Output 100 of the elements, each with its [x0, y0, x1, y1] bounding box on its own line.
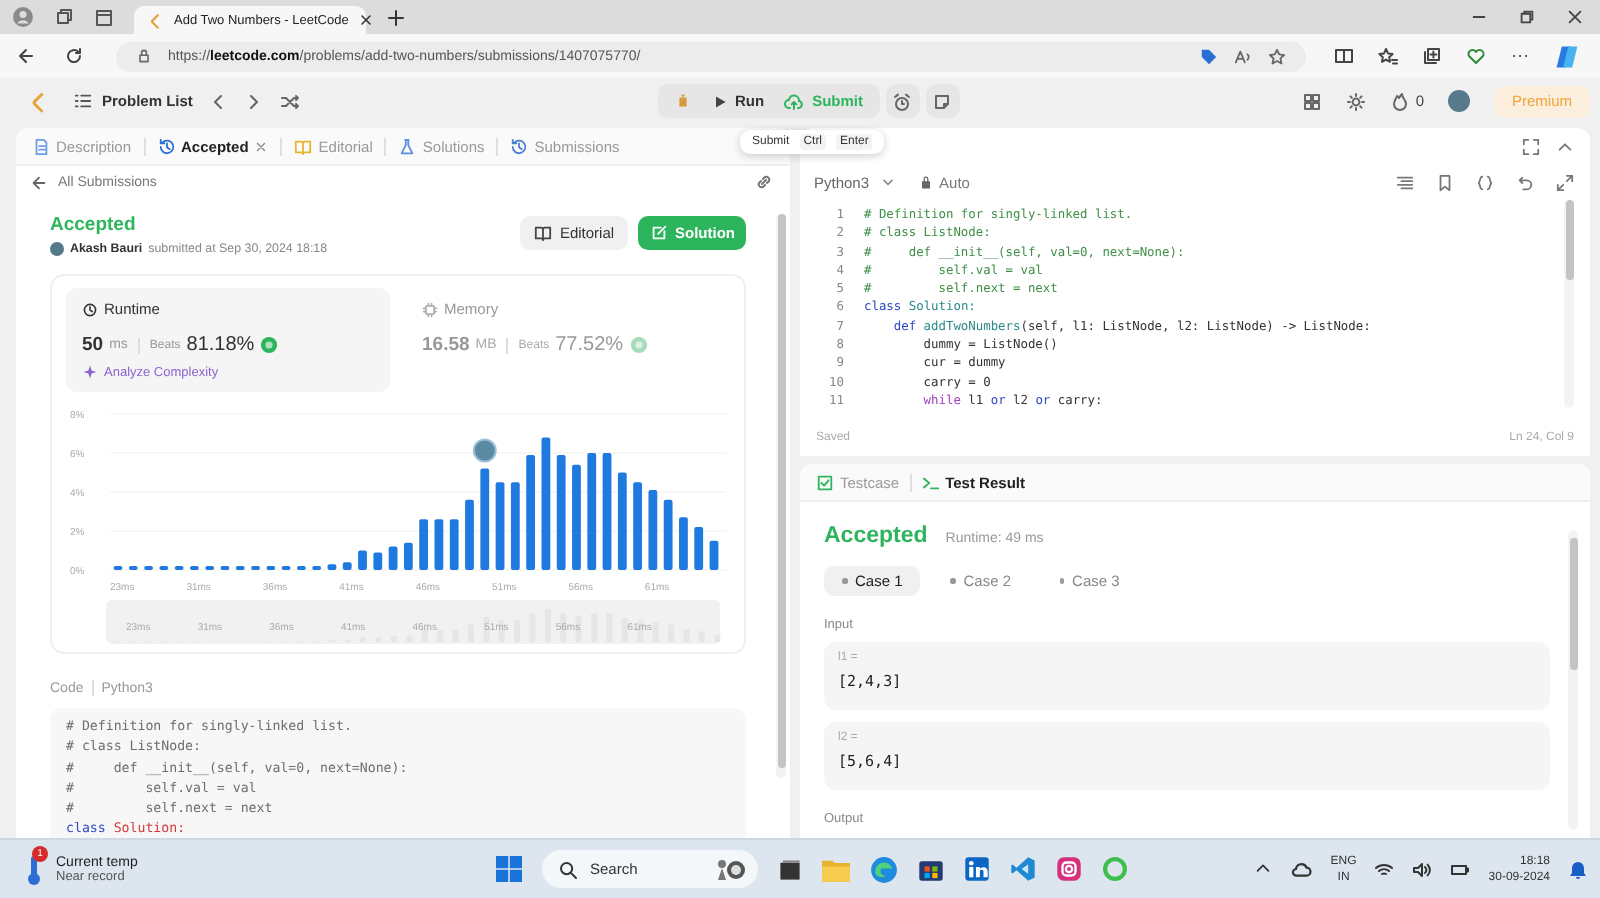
chip-icon — [422, 301, 438, 317]
clock-icon — [82, 301, 98, 317]
histogram-bar[interactable] — [541, 437, 551, 570]
document-icon — [32, 137, 50, 155]
edit-icon — [649, 224, 667, 242]
grid-icon[interactable] — [1301, 91, 1322, 111]
histogram-bar[interactable] — [495, 482, 505, 570]
back-icon[interactable] — [16, 46, 36, 66]
expand-icon[interactable] — [1556, 173, 1574, 191]
badge-icon — [629, 336, 648, 354]
restore-icon[interactable] — [1518, 8, 1536, 26]
badge-icon — [260, 336, 279, 354]
histogram-bar[interactable] — [358, 550, 367, 570]
volume-icon[interactable] — [1412, 859, 1433, 879]
scrollbar[interactable] — [1568, 530, 1578, 830]
play-icon — [711, 93, 727, 109]
profile-icon[interactable] — [12, 6, 34, 28]
history-icon — [157, 137, 176, 155]
figure-icon — [714, 857, 746, 881]
new-tab-icon[interactable] — [386, 7, 406, 27]
status-text: Accepted — [50, 214, 138, 236]
lock-icon — [917, 174, 934, 190]
close-icon[interactable] — [358, 12, 375, 28]
histogram-bar[interactable] — [434, 519, 444, 570]
close-icon[interactable] — [1566, 8, 1584, 26]
cloud-upload-icon — [784, 91, 805, 111]
back-icon — [30, 173, 48, 191]
histogram-bar[interactable] — [663, 499, 673, 570]
histogram-bar[interactable] — [327, 564, 337, 570]
store-icon[interactable] — [918, 856, 944, 882]
list-icon — [74, 92, 92, 110]
start-button[interactable] — [496, 856, 522, 882]
camera-app-icon[interactable] — [1056, 856, 1082, 882]
collections-icon[interactable] — [1422, 46, 1442, 66]
tab-groups-icon[interactable] — [54, 7, 74, 27]
favorites-icon[interactable] — [1378, 46, 1398, 66]
beats-percent: 77.52% — [555, 334, 624, 356]
link-icon[interactable] — [754, 172, 774, 192]
copilot-icon[interactable] — [1554, 43, 1580, 69]
histogram-bar[interactable] — [709, 540, 719, 570]
checkbox-icon — [816, 473, 834, 491]
search-icon — [558, 859, 578, 879]
alarm-button[interactable] — [885, 84, 920, 118]
code-editor-icon[interactable] — [1010, 856, 1036, 882]
browser-icon[interactable] — [870, 855, 898, 883]
braces-icon[interactable] — [1476, 173, 1494, 191]
beats-percent: 81.18% — [186, 334, 255, 356]
histogram-bar[interactable] — [648, 490, 658, 570]
tab-list-icon[interactable] — [94, 7, 114, 27]
star-icon[interactable] — [1268, 47, 1286, 65]
alarm-icon — [892, 91, 913, 111]
histogram-bar[interactable] — [602, 453, 612, 570]
histogram-bar[interactable] — [419, 519, 429, 570]
task-view-icon[interactable] — [778, 857, 802, 881]
metric-value: 16.58 — [422, 334, 470, 356]
book-icon — [533, 224, 552, 242]
format-icon[interactable] — [1396, 173, 1414, 191]
cloud-icon[interactable] — [1290, 858, 1313, 880]
sparkle-icon — [82, 364, 98, 380]
histogram-bar[interactable] — [403, 542, 413, 570]
histogram-bar[interactable] — [556, 454, 566, 570]
histogram-bar[interactable] — [694, 527, 704, 570]
undo-icon[interactable] — [1516, 173, 1534, 191]
notes-button[interactable] — [925, 84, 960, 118]
avatar[interactable] — [1448, 90, 1470, 112]
heart-icon[interactable] — [1466, 46, 1486, 66]
histogram-bar[interactable] — [388, 546, 398, 570]
scrollbar[interactable] — [1564, 200, 1574, 408]
result-status: Accepted — [824, 524, 928, 548]
refresh-icon[interactable] — [64, 46, 84, 66]
flask-icon — [398, 137, 417, 155]
shuffle-icon[interactable] — [280, 91, 301, 111]
histogram-bar[interactable] — [587, 453, 597, 570]
flame-icon[interactable] — [1389, 91, 1410, 111]
caret-icon — [879, 174, 896, 190]
lock-icon[interactable] — [136, 48, 152, 64]
bell-icon[interactable] — [1568, 859, 1588, 879]
linkedin-icon[interactable] — [964, 856, 990, 882]
histogram-bar[interactable] — [373, 552, 383, 570]
tag-icon[interactable] — [1200, 47, 1218, 65]
battery-icon[interactable] — [1450, 859, 1471, 879]
histogram-bar[interactable] — [342, 562, 352, 570]
chevron-up-icon[interactable] — [1254, 860, 1273, 878]
scrollbar[interactable] — [776, 214, 786, 778]
settings-icon[interactable] — [1345, 91, 1366, 111]
wifi-icon[interactable] — [1374, 859, 1395, 879]
history-icon — [510, 137, 529, 155]
split-screen-icon[interactable] — [1334, 46, 1354, 66]
histogram-bar[interactable] — [617, 472, 627, 570]
logo-icon — [146, 11, 164, 29]
metric-value: 50 — [82, 334, 104, 356]
book-icon — [294, 137, 313, 155]
bookmark-icon[interactable] — [1436, 173, 1454, 191]
histogram-bar[interactable] — [510, 482, 520, 570]
histogram-bar[interactable] — [449, 519, 459, 570]
avatar — [50, 242, 64, 256]
histogram-bar[interactable] — [480, 468, 490, 570]
avatar — [472, 438, 497, 463]
read-aloud-icon[interactable] — [1234, 47, 1252, 65]
fullscreen-icon[interactable] — [1522, 137, 1540, 155]
